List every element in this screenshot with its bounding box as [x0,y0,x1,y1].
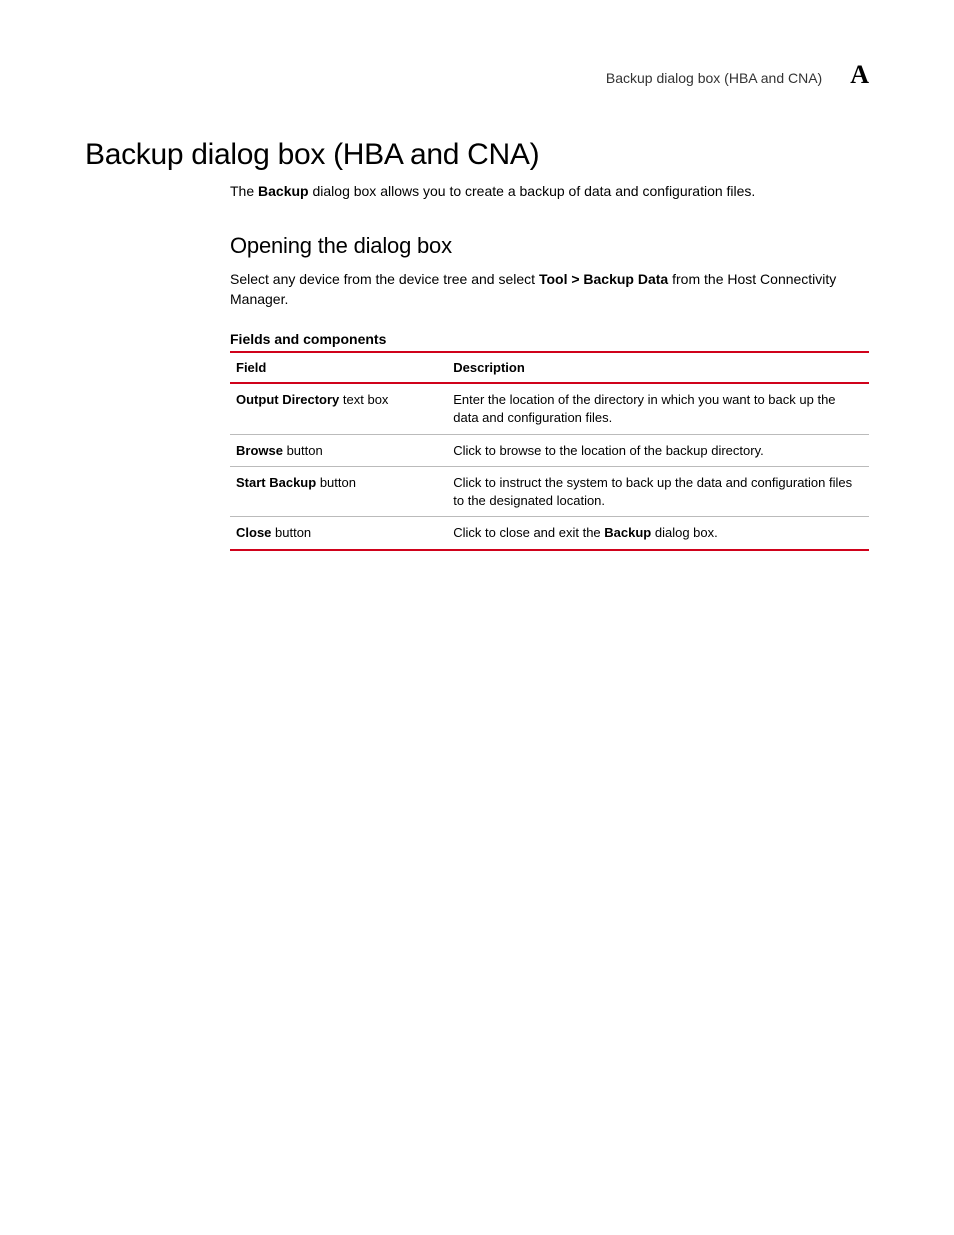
cell-desc-post: dialog box. [651,525,718,540]
table-row: Output Directory text box Enter the loca… [230,383,869,434]
cell-desc-bold: Backup [604,525,651,540]
section-paragraph: Select any device from the device tree a… [230,269,869,310]
section-bold: Tool > Backup Data [539,271,668,287]
cell-field-bold: Browse [236,443,283,458]
cell-field: Close button [230,517,447,550]
intro-post: dialog box allows you to create a backup… [309,183,756,199]
cell-field-bold: Start Backup [236,475,316,490]
cell-field: Output Directory text box [230,383,447,434]
cell-field: Start Backup button [230,467,447,517]
intro-pre: The [230,183,258,199]
page-title: Backup dialog box (HBA and CNA) [85,138,869,172]
cell-field: Browse button [230,434,447,467]
cell-desc: Click to instruct the system to back up … [447,467,869,517]
body: The Backup dialog box allows you to crea… [230,182,869,551]
cell-desc-pre: Enter the location of the directory in w… [453,392,835,425]
cell-field-bold: Output Directory [236,392,339,407]
table-row: Browse button Click to browse to the loc… [230,434,869,467]
cell-desc: Click to browse to the location of the b… [447,434,869,467]
cell-field-rest: text box [339,392,388,407]
table-header-row: Field Description [230,352,869,383]
cell-field-rest: button [271,525,311,540]
cell-field-rest: button [316,475,356,490]
appendix-letter: A [850,60,869,90]
cell-desc-pre: Click to close and exit the [453,525,604,540]
col-field: Field [230,352,447,383]
cell-field-rest: button [283,443,323,458]
running-header: Backup dialog box (HBA and CNA) A [85,60,869,90]
fields-table: Field Description Output Directory text … [230,351,869,550]
section-heading: Opening the dialog box [230,233,869,259]
page: Backup dialog box (HBA and CNA) A Backup… [0,0,954,551]
cell-field-bold: Close [236,525,271,540]
running-title: Backup dialog box (HBA and CNA) [606,70,822,86]
intro-paragraph: The Backup dialog box allows you to crea… [230,182,869,201]
intro-bold: Backup [258,183,309,199]
table-row: Close button Click to close and exit the… [230,517,869,550]
section-pre: Select any device from the device tree a… [230,271,539,287]
col-description: Description [447,352,869,383]
cell-desc-pre: Click to instruct the system to back up … [453,475,852,508]
cell-desc-pre: Click to browse to the location of the b… [453,443,763,458]
cell-desc: Enter the location of the directory in w… [447,383,869,434]
table-caption: Fields and components [230,331,869,347]
table-row: Start Backup button Click to instruct th… [230,467,869,517]
cell-desc: Click to close and exit the Backup dialo… [447,517,869,550]
